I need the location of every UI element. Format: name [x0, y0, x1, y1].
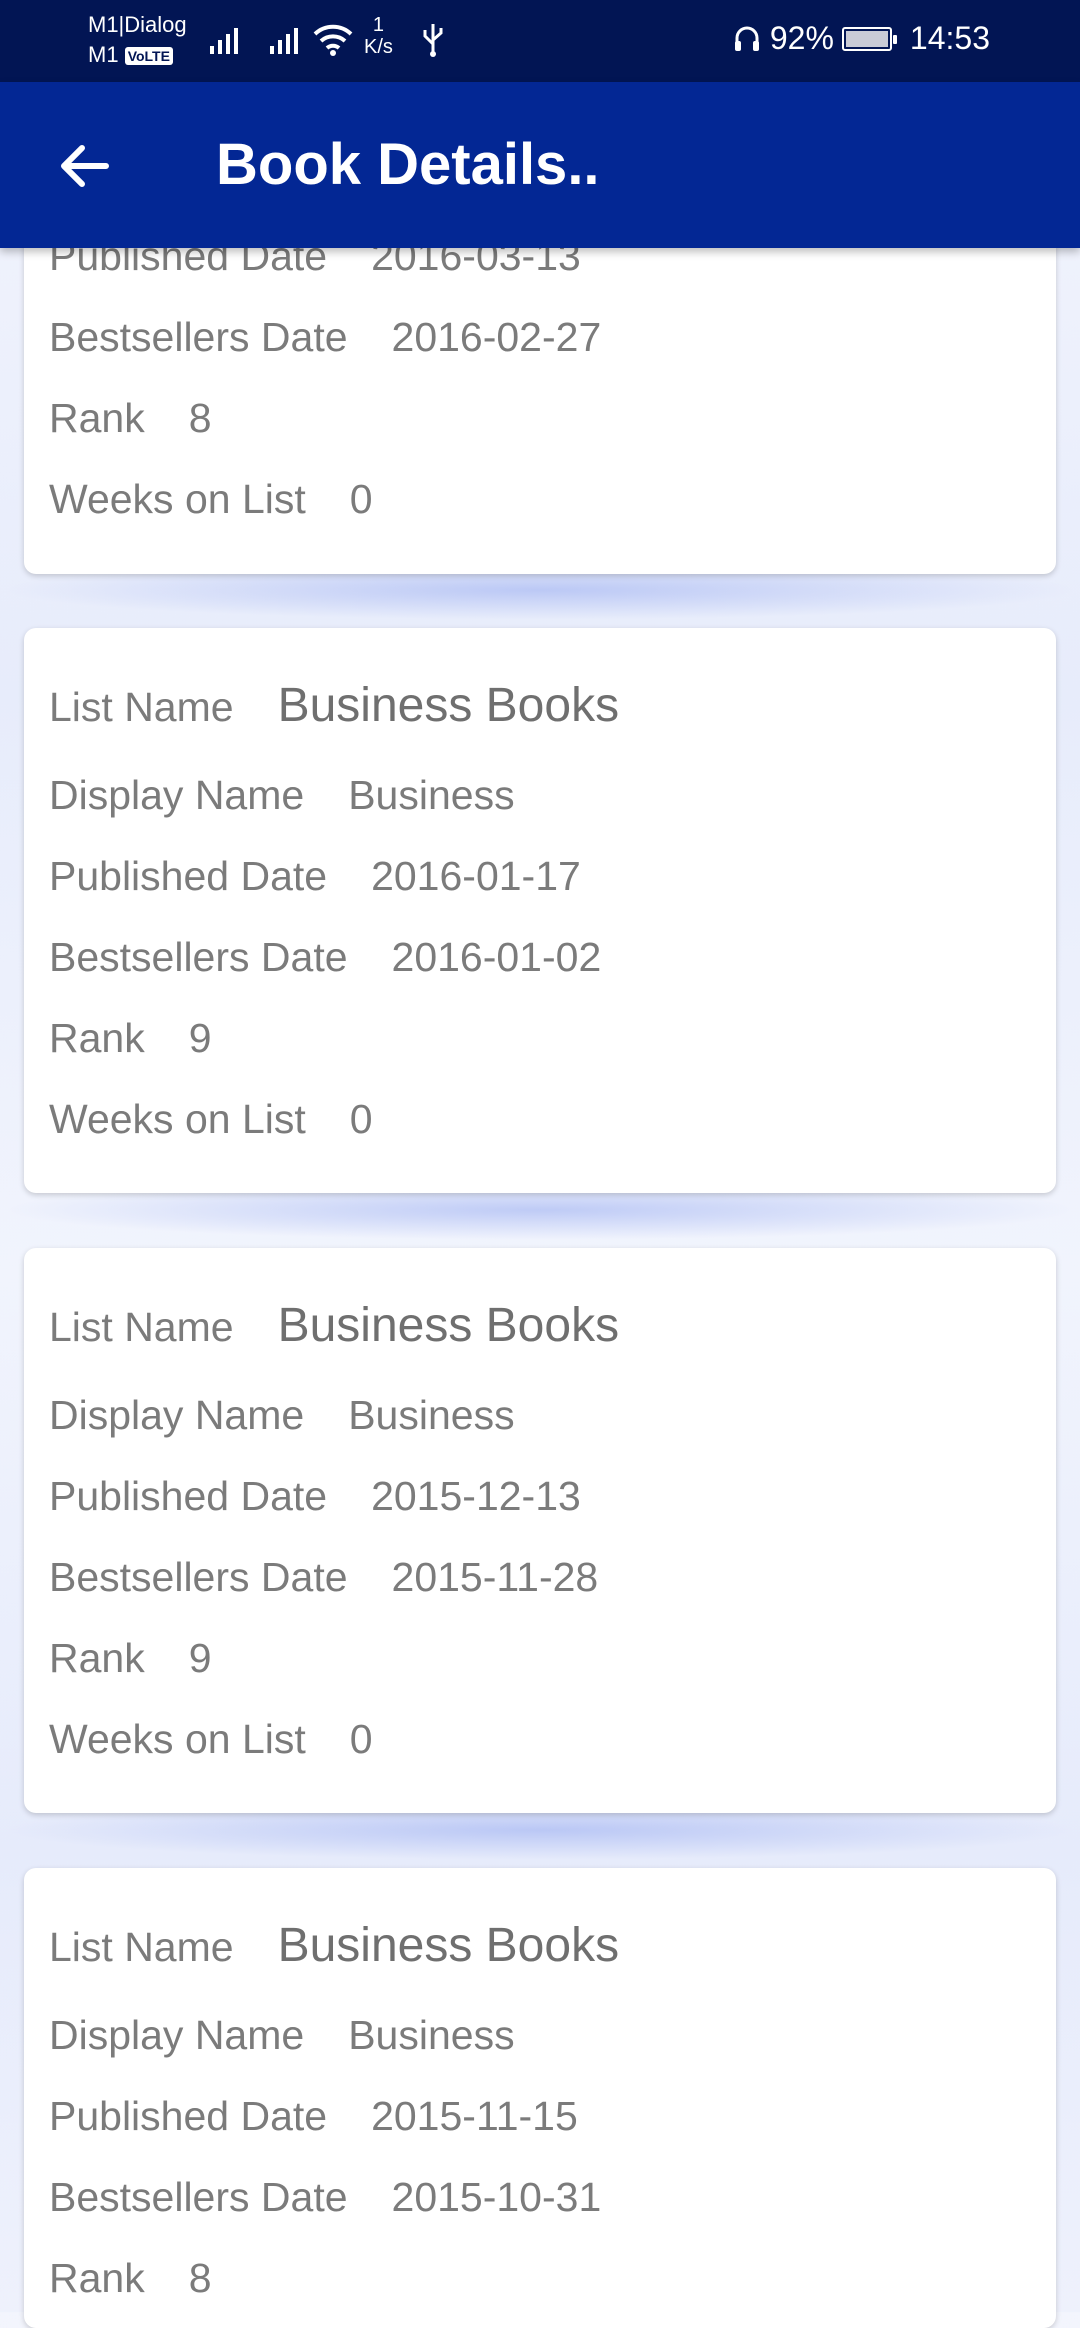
list-name-value: Business Books [277, 679, 620, 732]
display-name-value: Business [348, 772, 515, 818]
page-title: Book Details.. [216, 132, 600, 197]
headphones-icon [734, 26, 759, 51]
published-date-row: Published Date 2015-12-13 [49, 1472, 581, 1520]
rank-row: Rank 8 [49, 394, 212, 442]
rank-label: Rank [49, 1635, 145, 1681]
bestsellers-date-value: 2016-02-27 [391, 314, 602, 360]
published-date-label: Published Date [49, 2093, 328, 2139]
bestsellers-date-label: Bestsellers Date [49, 314, 348, 360]
list-name-row: List Name Business Books [49, 682, 619, 731]
app-bar: Book Details.. [0, 82, 1080, 248]
clock: 14:53 [909, 20, 990, 56]
weeks-on-list-value: 0 [349, 1716, 373, 1762]
bestsellers-date-label: Bestsellers Date [49, 1554, 348, 1600]
book-details-card: Published Date 2016-03-13 Bestsellers Dat… [24, 210, 1056, 574]
weeks-on-list-row: Weeks on List 0 [49, 1095, 373, 1143]
network-speed: 1 K/s [364, 14, 393, 58]
list-name-label: List Name [49, 684, 234, 730]
signal-icon [270, 28, 298, 54]
display-name-row: Display Name Business [49, 1391, 515, 1439]
rank-label: Rank [49, 2255, 145, 2301]
display-name-value: Business [348, 2012, 515, 2058]
rank-label: Rank [49, 1015, 145, 1061]
rank-value: 9 [188, 1015, 212, 1061]
display-name-row: Display Name Business [49, 771, 515, 819]
rank-row: Rank 8 [49, 2254, 212, 2302]
list-name-label: List Name [49, 1304, 234, 1350]
list-name-label: List Name [49, 1924, 234, 1970]
bestsellers-date-label: Bestsellers Date [49, 934, 348, 980]
status-right: 92% 14:53 [732, 20, 990, 57]
rank-value: 8 [188, 395, 212, 441]
display-name-label: Display Name [49, 772, 305, 818]
list-name-row: List Name Business Books [49, 1302, 619, 1351]
display-name-row: Display Name Business [49, 2011, 515, 2059]
published-date-value: 2015-12-13 [371, 1473, 581, 1519]
bestsellers-date-label: Bestsellers Date [49, 2174, 348, 2220]
status-bar: M1|Dialog M1 VoLTE 1 K/s 92% 14:53 [0, 0, 1080, 82]
display-name-value: Business [348, 1392, 515, 1438]
carrier-info: M1|Dialog M1 VoLTE [88, 10, 187, 70]
back-arrow-icon[interactable] [56, 138, 112, 194]
bestsellers-date-value: 2015-10-31 [391, 2174, 602, 2220]
wifi-icon [313, 24, 353, 56]
book-details-card: List Name Business Books Display Name Busi… [24, 628, 1056, 1193]
weeks-on-list-label: Weeks on List [49, 476, 306, 522]
rank-row: Rank 9 [49, 1634, 212, 1682]
bestsellers-date-row: Bestsellers Date 2015-10-31 [49, 2173, 601, 2221]
list-name-row: List Name Business Books [49, 1922, 619, 1971]
usb-icon [423, 24, 443, 57]
published-date-value: 2015-11-15 [371, 2093, 578, 2139]
weeks-on-list-value: 0 [349, 476, 373, 522]
carrier-2: M1 [88, 42, 119, 67]
published-date-row: Published Date 2016-01-17 [49, 852, 581, 900]
weeks-on-list-label: Weeks on List [49, 1716, 306, 1762]
display-name-label: Display Name [49, 2012, 305, 2058]
carrier-1: M1|Dialog [88, 12, 187, 37]
published-date-label: Published Date [49, 1473, 328, 1519]
volte-badge: VoLTE [124, 47, 173, 66]
bestsellers-date-value: 2015-11-28 [391, 1554, 599, 1600]
battery-percent: 92% [769, 20, 834, 56]
published-date-label: Published Date [49, 853, 328, 899]
weeks-on-list-row: Weeks on List 0 [49, 475, 373, 523]
bestsellers-date-row: Bestsellers Date 2016-02-27 [49, 313, 601, 361]
list-name-value: Business Books [277, 1299, 620, 1352]
battery-icon [841, 26, 897, 51]
published-date-row: Published Date 2015-11-15 [49, 2092, 578, 2140]
weeks-on-list-row: Weeks on List 0 [49, 1715, 373, 1763]
published-date-value: 2016-01-17 [371, 853, 581, 899]
rank-value: 8 [188, 2255, 212, 2301]
rank-label: Rank [49, 395, 145, 441]
signal-icon [210, 28, 238, 54]
bestsellers-date-row: Bestsellers Date 2016-01-02 [49, 933, 601, 981]
rank-row: Rank 9 [49, 1014, 212, 1062]
book-details-card: List Name Business Books Display Name Busi… [24, 1868, 1056, 2328]
bestsellers-date-row: Bestsellers Date 2015-11-28 [49, 1553, 598, 1601]
weeks-on-list-value: 0 [349, 1096, 373, 1142]
book-details-card: List Name Business Books Display Name Busi… [24, 1248, 1056, 1813]
weeks-on-list-label: Weeks on List [49, 1096, 306, 1142]
list-name-value: Business Books [277, 1919, 620, 1972]
bestsellers-date-value: 2016-01-02 [391, 934, 602, 980]
rank-value: 9 [188, 1635, 212, 1681]
display-name-label: Display Name [49, 1392, 305, 1438]
